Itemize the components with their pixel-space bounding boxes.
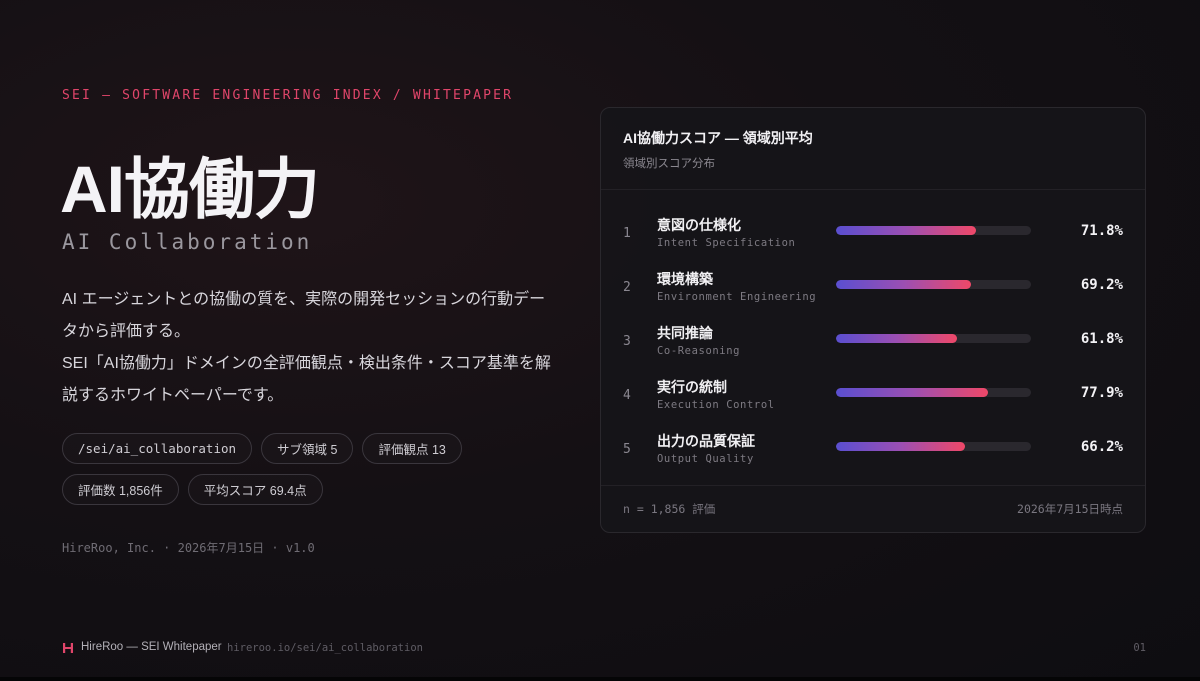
bottom-border [0,677,1200,681]
description: AI エージェントとの協働の質を、実際の開発セッションの行動データから評価する。… [62,284,552,412]
page-number: 01 [1133,642,1146,654]
score-bar-track [836,388,1031,397]
score-bar [836,388,988,397]
score-row: 3 共同推論 Co-Reasoning 61.8% [601,323,1145,363]
score-value: 69.2% [1080,277,1123,293]
description-paragraph: AI エージェントとの協働の質を、実際の開発セッションの行動データから評価する。 [62,291,546,340]
document-meta: HireRoo, Inc. · 2026年7月15日 · v1.0 [62,541,315,555]
score-bar-track [836,334,1031,343]
row-rank: 5 [623,442,631,457]
page-title: AI協働力 [60,152,320,226]
score-row: 2 環境構築 Environment Engineering 69.2% [601,269,1145,309]
row-rank: 1 [623,226,631,241]
row-rank: 2 [623,280,631,295]
category-label-en: Co-Reasoning [657,345,741,357]
score-bar [836,334,957,343]
score-value: 66.2% [1080,439,1123,455]
score-bar [836,442,966,451]
category-label: 共同推論 [657,325,713,341]
category-label-en: Environment Engineering [657,291,817,303]
score-row: 4 実行の統制 Execution Control 77.9% [601,377,1145,417]
path-chip: /sei/ai_collaboration [62,433,253,464]
score-value: 71.8% [1080,223,1123,239]
page-subtitle: AI Collaboration [62,230,313,254]
score-row: 1 意図の仕様化 Intent Specification 71.8% [601,215,1145,255]
as-of-date: 2026年7月15日時点 [1017,502,1123,516]
card-footer: n = 1,856 評価 2026年7月15日時点 [601,485,1145,532]
category-label: 出力の品質保証 [657,433,755,449]
card-subtitle: 領域別スコア分布 [623,158,715,170]
tag-list: /sei/ai_collaboration サブ領域 5 評価観点 13 評価数… [62,433,482,505]
eyebrow-label: SEI — SOFTWARE ENGINEERING INDEX / WHITE… [62,88,514,103]
footer-url: hireroo.io/sei/ai_collaboration [227,642,423,654]
category-label-en: Intent Specification [657,237,796,249]
page-footer: HireRoo — SEI Whitepaper hireroo.io/sei/… [0,640,1200,658]
score-value: 77.9% [1080,385,1123,401]
description-paragraph: SEI「AI協働力」ドメインの全評価観点・検出条件・スコア基準を解説するホワイト… [62,355,551,404]
category-label: 意図の仕様化 [657,217,741,233]
card-title: AI協働力スコア — 領域別平均 [623,130,813,146]
card-header: AI協働力スコア — 領域別平均 領域別スコア分布 [601,108,1145,190]
category-label-en: Output Quality [657,453,754,465]
score-bar-track [836,280,1031,289]
sample-size: n = 1,856 評価 [623,502,716,516]
subdomain-count-chip: サブ領域 5 [261,433,354,464]
footer-brand: HireRoo — SEI Whitepaper [81,641,222,653]
category-label: 環境構築 [657,271,713,287]
average-score-chip: 平均スコア 69.4点 [187,474,323,505]
score-card: AI協働力スコア — 領域別平均 領域別スコア分布 1 意図の仕様化 Intent … [600,107,1146,533]
score-value: 61.8% [1080,331,1123,347]
score-bar-track [836,442,1031,451]
row-rank: 3 [623,334,631,349]
evaluation-count-chip: 評価数 1,856件 [62,474,179,505]
row-rank: 4 [623,388,631,403]
category-label-en: Execution Control [657,399,775,411]
category-label: 実行の統制 [657,379,727,395]
score-bar [836,226,976,235]
score-bar-track [836,226,1031,235]
score-row: 5 出力の品質保証 Output Quality 66.2% [601,431,1145,471]
hireroo-logo-icon [63,643,73,653]
score-bar [836,280,971,289]
criteria-count-chip: 評価観点 13 [362,433,462,464]
